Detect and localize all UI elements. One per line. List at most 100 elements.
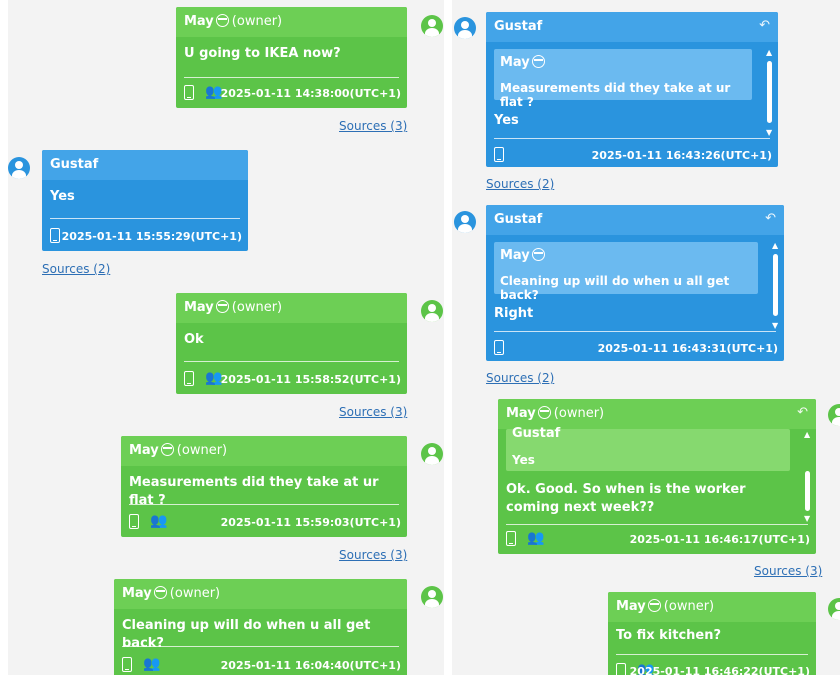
user-avatar-icon[interactable]: [421, 586, 443, 608]
mobile-device-icon: [506, 531, 516, 546]
message-text: Right: [494, 306, 534, 321]
message-footer: 2025-01-11 16:43:31(UTC+1): [494, 339, 778, 359]
group-icon: 👥: [150, 513, 168, 529]
divider: [129, 504, 399, 505]
message-text: Ok: [184, 332, 204, 347]
message-footer: 👥 2025-01-11 15:59:03(UTC+1): [129, 513, 401, 533]
quoted-text: Yes: [512, 453, 535, 467]
scroll-thumb[interactable]: [805, 471, 810, 511]
author-name: May (owner): [616, 599, 714, 614]
reply-arrow-icon[interactable]: ↶: [759, 18, 770, 33]
sources-link[interactable]: Sources (2): [486, 371, 554, 385]
group-icon: 👥: [527, 530, 545, 546]
user-avatar-icon[interactable]: [421, 15, 443, 37]
mobile-device-icon: [50, 228, 60, 243]
message-text: Ok. Good. So when is the worker coming n…: [506, 482, 746, 515]
quoted-text: Cleaning up will do when u all get back?: [500, 274, 730, 302]
message-footer: 👥 2025-01-11 16:46:22(UTC+1): [616, 662, 810, 675]
message-text: Cleaning up will do when u all get back?: [122, 618, 371, 651]
group-icon: 👥: [143, 656, 161, 672]
timestamp: 2025-01-11 15:58:52(UTC+1): [220, 373, 401, 386]
author-name: May (owner): [184, 300, 282, 315]
message-header: May (owner): [121, 436, 407, 466]
timestamp: 2025-01-11 16:46:22(UTC+1): [629, 665, 810, 675]
quoted-author-label: May: [500, 55, 530, 70]
quoted-author: Gustaf: [512, 426, 561, 441]
owner-role-label: (owner): [231, 14, 283, 29]
user-avatar-icon[interactable]: [421, 443, 443, 465]
divider: [184, 77, 399, 78]
message-footer: 👥 2025-01-11 16:46:17(UTC+1): [506, 530, 810, 550]
divider: [616, 654, 808, 655]
reply-arrow-icon[interactable]: ↶: [765, 211, 776, 226]
sources-link[interactable]: Sources (3): [339, 405, 407, 419]
quoted-message[interactable]: May Cleaning up will do when u all get b…: [494, 242, 758, 302]
mobile-device-icon: [122, 657, 132, 672]
sources-link[interactable]: Sources (3): [754, 564, 822, 578]
user-avatar-icon[interactable]: [8, 157, 30, 179]
sources-link[interactable]: Sources (2): [486, 177, 554, 191]
owner-role-label: (owner): [553, 406, 605, 421]
scroll-up-icon[interactable]: ▲: [804, 431, 810, 439]
message-footer: 👥 2025-01-11 16:04:40(UTC+1): [122, 656, 401, 675]
sources-link[interactable]: Sources (2): [42, 262, 110, 276]
message-bubble: May (owner) Cleaning up will do when u al…: [114, 579, 407, 675]
face-emoji-icon: [531, 248, 545, 261]
divider: [494, 138, 770, 139]
face-emoji-icon: [215, 14, 229, 27]
mobile-device-icon: [616, 663, 626, 675]
quoted-author-label: May: [500, 248, 530, 263]
user-avatar-icon[interactable]: [421, 300, 443, 322]
quote-scrollbar[interactable]: ▲ ▼: [804, 431, 812, 523]
message-bubble: May (owner) Ok 👥 2025-01-11 15:58:52(UTC+…: [176, 293, 407, 394]
user-avatar-icon[interactable]: [454, 17, 476, 39]
mobile-device-icon: [494, 147, 504, 162]
divider: [506, 524, 808, 525]
author-label: May: [122, 586, 152, 601]
timestamp: 2025-01-11 14:38:00(UTC+1): [220, 87, 401, 100]
divider: [184, 361, 399, 362]
author-label: May: [129, 443, 159, 458]
quoted-author: May: [500, 248, 548, 263]
quoted-message[interactable]: Gustaf Yes: [506, 426, 790, 471]
message-footer: 2025-01-11 16:43:26(UTC+1): [494, 146, 772, 166]
scroll-up-icon[interactable]: ▲: [766, 49, 772, 57]
message-header: Gustaf ↶: [486, 12, 778, 42]
scroll-down-icon[interactable]: ▼: [766, 129, 772, 137]
sources-link[interactable]: Sources (3): [339, 119, 407, 133]
author-label: May: [184, 300, 214, 315]
message-header: Gustaf ↶: [486, 205, 784, 235]
message-bubble: Gustaf ↶ May Cleaning up will do when u …: [486, 205, 784, 361]
message-text: To fix kitchen?: [616, 628, 722, 643]
author-name: May (owner): [129, 443, 227, 458]
user-avatar-icon[interactable]: [454, 211, 476, 233]
scroll-up-icon[interactable]: ▲: [772, 242, 778, 250]
reply-arrow-icon[interactable]: ↶: [797, 405, 808, 420]
face-emoji-icon: [531, 55, 545, 68]
message-header: May (owner): [176, 7, 407, 37]
author-label: May: [506, 406, 536, 421]
author-name: May (owner): [122, 586, 220, 601]
timestamp: 2025-01-11 16:46:17(UTC+1): [629, 533, 810, 546]
author-name: May (owner): [184, 14, 282, 29]
author-name: Gustaf: [494, 212, 543, 227]
author-label: May: [184, 14, 214, 29]
message-header: May (owner): [114, 579, 407, 609]
scroll-down-icon[interactable]: ▼: [804, 515, 810, 523]
mobile-device-icon: [184, 371, 194, 386]
mobile-device-icon: [184, 85, 194, 100]
quoted-message[interactable]: May Measurements did they take at ur fla…: [494, 49, 752, 109]
divider: [494, 331, 776, 332]
timestamp: 2025-01-11 16:04:40(UTC+1): [220, 659, 401, 672]
divider: [122, 646, 399, 647]
sources-link[interactable]: Sources (3): [339, 548, 407, 562]
face-emoji-icon: [647, 599, 661, 612]
user-avatar-icon[interactable]: [828, 598, 840, 620]
user-avatar-icon[interactable]: [828, 404, 840, 426]
chat-column-right: Gustaf ↶ May Measurements did they take …: [452, 0, 840, 675]
scroll-down-icon[interactable]: ▼: [772, 322, 778, 330]
owner-role-label: (owner): [663, 599, 715, 614]
timestamp: 2025-01-11 15:55:29(UTC+1): [61, 230, 242, 243]
message-footer: 2025-01-11 15:55:29(UTC+1): [50, 227, 242, 247]
message-header: Gustaf: [42, 150, 248, 180]
